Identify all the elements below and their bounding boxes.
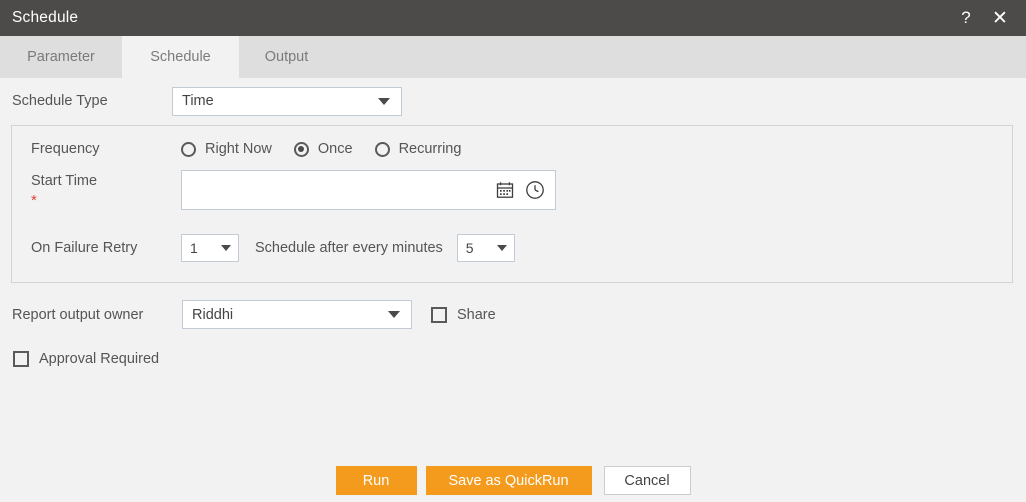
- dialog-titlebar: Schedule ? ✕: [0, 0, 1026, 36]
- schedule-type-label: Schedule Type: [12, 93, 108, 109]
- on-failure-retry-label: On Failure Retry: [31, 240, 138, 256]
- schedule-after-every-minutes-label: Schedule after every minutes: [255, 240, 443, 256]
- schedule-type-select[interactable]: Time: [172, 86, 402, 116]
- frequency-radio-group: Right Now Once Recurring: [181, 141, 483, 157]
- tab-output[interactable]: Output: [239, 36, 334, 78]
- report-output-owner-label: Report output owner: [12, 306, 144, 323]
- chevron-down-icon: [221, 245, 231, 251]
- radio-right-now-label: Right Now: [205, 141, 272, 157]
- checkbox-icon: [431, 306, 447, 323]
- titlebar-actions: ? ✕: [952, 0, 1026, 36]
- frequency-label: Frequency: [31, 141, 100, 157]
- schedule-type-value: Time: [182, 93, 214, 109]
- clock-icon[interactable]: [524, 179, 546, 201]
- start-time-label: Start Time: [31, 173, 98, 189]
- tab-strip: Parameter Schedule Output: [0, 36, 1026, 78]
- radio-recurring-label: Recurring: [398, 141, 462, 157]
- schedule-dialog: Schedule ? ✕ Parameter Schedule Output S…: [0, 0, 1026, 502]
- start-time-row: Start Time *: [31, 170, 556, 210]
- minutes-value: 5: [465, 240, 474, 256]
- share-label: Share: [457, 306, 496, 323]
- chevron-down-icon: [496, 245, 507, 251]
- tab-schedule[interactable]: Schedule: [122, 36, 239, 78]
- approval-required-label: Approval Required: [39, 351, 160, 367]
- report-output-owner-value: Riddhi: [192, 306, 234, 323]
- start-time-label-box: Start Time *: [31, 170, 181, 209]
- radio-selected-icon: [293, 141, 309, 157]
- cancel-button[interactable]: Cancel: [603, 466, 691, 495]
- minutes-select[interactable]: 5: [456, 234, 515, 262]
- required-asterisk: *: [31, 192, 37, 209]
- radio-recurring[interactable]: Recurring: [374, 141, 462, 157]
- dialog-footer: Run Save as QuickRun Cancel: [0, 466, 1026, 495]
- chevron-down-icon: [388, 311, 400, 318]
- close-icon[interactable]: ✕: [986, 4, 1014, 32]
- radio-right-now[interactable]: Right Now: [181, 141, 272, 157]
- retry-count-value: 1: [190, 240, 198, 256]
- checkbox-icon: [13, 351, 29, 367]
- tab-parameter[interactable]: Parameter: [0, 36, 122, 78]
- calendar-icon[interactable]: [494, 179, 516, 201]
- frequency-row: Frequency Right Now Once Recurring: [31, 141, 483, 157]
- radio-once[interactable]: Once: [293, 141, 353, 157]
- radio-once-label: Once: [317, 141, 353, 157]
- schedule-type-row: Schedule Type Time: [0, 84, 1026, 118]
- share-checkbox[interactable]: Share: [431, 306, 496, 323]
- help-icon[interactable]: ?: [952, 4, 980, 32]
- run-button[interactable]: Run: [335, 466, 417, 495]
- schedule-options-panel: Frequency Right Now Once Recurring Start…: [11, 125, 1013, 283]
- radio-icon: [374, 141, 390, 157]
- approval-required-row: Approval Required: [13, 351, 159, 367]
- approval-required-checkbox[interactable]: Approval Required: [13, 351, 159, 367]
- save-as-quickrun-button[interactable]: Save as QuickRun: [425, 466, 592, 495]
- radio-icon: [181, 141, 196, 157]
- dialog-body: Schedule Type Time Frequency Right Now O…: [0, 78, 1026, 502]
- start-time-field[interactable]: [181, 170, 556, 210]
- report-output-owner-select[interactable]: Riddhi: [182, 300, 412, 329]
- on-failure-retry-row: On Failure Retry 1 Schedule after every …: [31, 234, 515, 262]
- retry-count-select[interactable]: 1: [181, 234, 239, 262]
- dialog-title: Schedule: [12, 9, 79, 26]
- chevron-down-icon: [378, 97, 390, 105]
- report-output-owner-row: Report output owner Riddhi Share: [0, 300, 496, 329]
